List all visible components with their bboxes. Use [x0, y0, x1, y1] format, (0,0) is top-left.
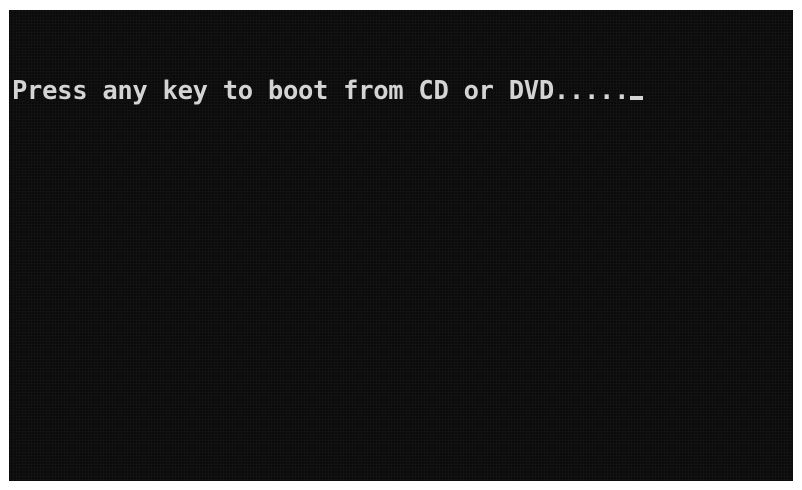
- text-cursor-icon: [630, 96, 644, 100]
- boot-prompt-line: Press any key to boot from CD or DVD....…: [12, 76, 644, 106]
- boot-console-screen[interactable]: Press any key to boot from CD or DVD....…: [9, 10, 793, 481]
- boot-prompt-text: Press any key to boot from CD or DVD....…: [12, 76, 630, 106]
